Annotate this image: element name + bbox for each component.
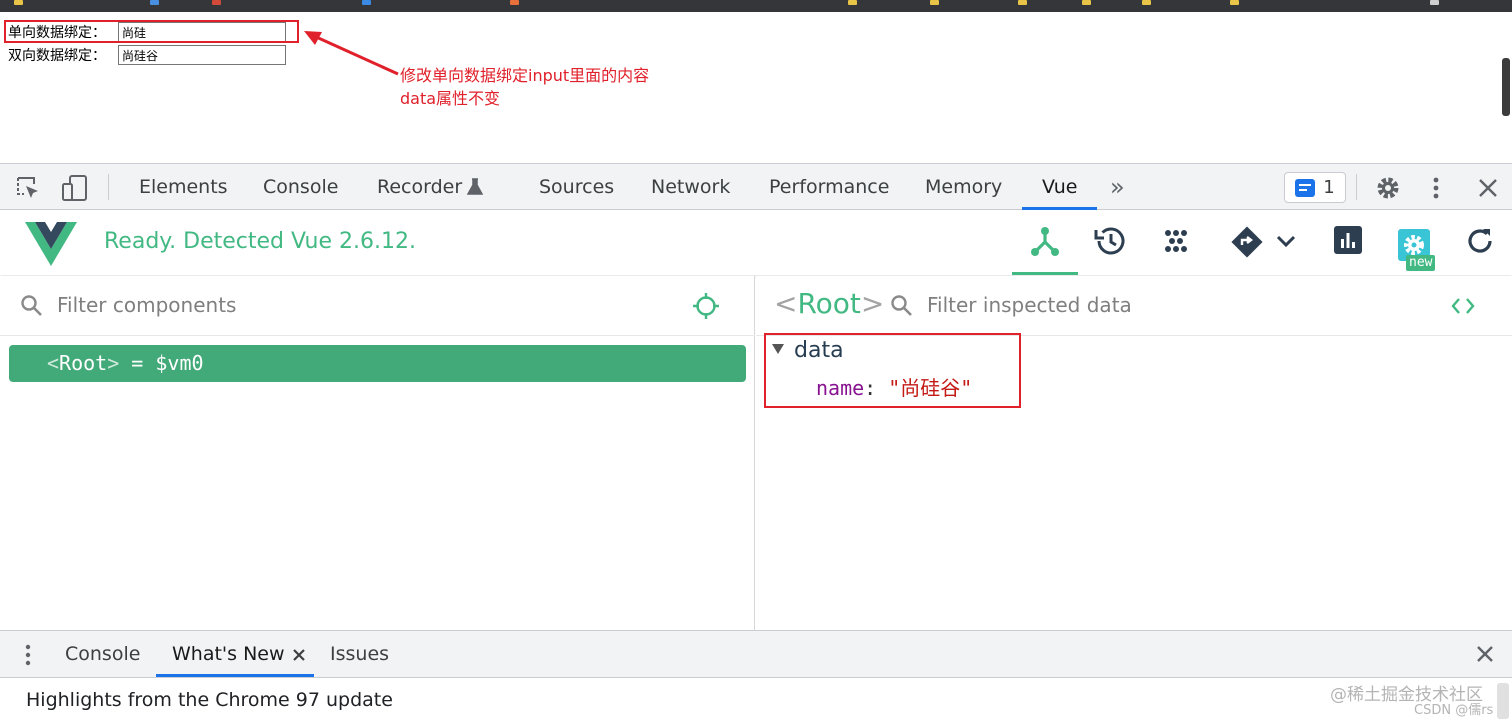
page-scrollbar[interactable]	[1502, 58, 1510, 116]
inspector-panel: <Root> Filter inspected data data name: …	[756, 276, 1512, 630]
page-content: 单向数据绑定： 双向数据绑定： 修改单向数据绑定input里面的内容 data属…	[0, 12, 1512, 163]
flask-icon	[467, 178, 483, 195]
screenshot-root: 单向数据绑定： 双向数据绑定： 修改单向数据绑定input里面的内容 data属…	[0, 0, 1512, 721]
drawer-tab-whats-new[interactable]: What's New	[172, 631, 285, 677]
vuex-dots-icon[interactable]	[1160, 225, 1192, 257]
bookmark-icon[interactable]	[362, 0, 371, 5]
bookmark-icon[interactable]	[510, 0, 519, 5]
whats-new-headline: Highlights from the Chrome 97 update	[26, 689, 393, 711]
router-icon[interactable]	[1230, 225, 1264, 259]
refresh-icon[interactable]	[1464, 225, 1496, 257]
root-component-name: Root	[59, 351, 108, 375]
two-way-binding-label: 双向数据绑定：	[8, 48, 106, 64]
history-icon[interactable]	[1093, 225, 1127, 257]
drawer-active-tab-indicator	[156, 674, 314, 677]
bookmark-folder-icon[interactable]	[1018, 0, 1027, 5]
bookmark-icon[interactable]	[212, 0, 221, 5]
device-toolbar-icon[interactable]	[60, 174, 90, 202]
tab-elements[interactable]: Elements	[139, 164, 228, 210]
bookmark-folder-icon[interactable]	[848, 0, 857, 5]
devtools-drawer: Console What's New Issues Highlights fro…	[0, 630, 1512, 721]
kebab-menu-icon[interactable]	[24, 643, 32, 667]
bookmark-folder-icon[interactable]	[14, 0, 23, 5]
vue-active-tool-indicator	[1012, 272, 1078, 275]
watermark-csdn: CSDN @儒rs	[1414, 703, 1494, 718]
drawer-tab-bar: Console What's New Issues	[0, 631, 1512, 678]
highlight-box-input	[4, 20, 299, 43]
more-tabs-icon[interactable]: »	[1110, 175, 1125, 199]
vue-devtools-header: Ready. Detected Vue 2.6.12. new	[0, 211, 1512, 275]
tab-recorder[interactable]: Recorder	[377, 164, 462, 210]
bookmark-folder-icon[interactable]	[1230, 0, 1239, 5]
inspect-icon[interactable]	[16, 176, 42, 202]
bookmark-icon[interactable]	[150, 0, 159, 5]
code-brackets-icon[interactable]	[1450, 295, 1476, 317]
annotation-line-1: 修改单向数据绑定input里面的内容	[400, 66, 650, 85]
gear-icon[interactable]	[1374, 174, 1402, 202]
filter-components-input[interactable]: Filter components	[57, 293, 236, 317]
message-icon	[1295, 178, 1316, 197]
kebab-menu-icon[interactable]	[1431, 176, 1441, 200]
issues-message-button[interactable]: 1	[1284, 172, 1346, 203]
bookmarks-bar	[0, 0, 1512, 12]
vue-logo-icon	[25, 222, 77, 266]
two-way-binding-row: 双向数据绑定：	[8, 45, 286, 65]
bookmark-folder-icon[interactable]	[930, 0, 939, 5]
drawer-tab-issues[interactable]: Issues	[330, 631, 389, 677]
search-icon	[891, 295, 912, 316]
tab-console[interactable]: Console	[263, 164, 338, 210]
close-tab-icon[interactable]	[292, 648, 306, 662]
inspector-header: <Root> Filter inspected data	[756, 276, 1512, 336]
component-filter-row: Filter components	[0, 276, 755, 336]
components-tree-icon[interactable]	[1029, 225, 1061, 257]
filter-inspected-data-input[interactable]: Filter inspected data	[927, 293, 1132, 317]
active-tab-indicator	[1022, 207, 1097, 210]
drawer-tab-console[interactable]: Console	[65, 631, 140, 677]
crosshair-select-icon[interactable]	[692, 292, 720, 320]
bookmark-folder-icon[interactable]	[1082, 0, 1091, 5]
vue-status-text: Ready. Detected Vue 2.6.12.	[104, 229, 416, 254]
inspected-component-title: <Root>	[774, 287, 885, 320]
two-way-binding-input[interactable]	[118, 45, 286, 65]
tab-sources[interactable]: Sources	[539, 164, 614, 210]
components-panel: Filter components <Root> = $vm0	[0, 276, 755, 630]
highlight-box-data	[764, 333, 1021, 408]
root-vm-suffix: = $vm0	[119, 351, 204, 375]
drawer-scrollbar[interactable]	[1497, 683, 1509, 719]
message-count: 1	[1323, 177, 1335, 198]
new-badge: new	[1406, 255, 1436, 271]
bookmark-folder-icon[interactable]	[1430, 0, 1439, 5]
bookmark-folder-icon[interactable]	[1142, 0, 1151, 5]
devtools-tab-bar: Elements Console Recorder Sources Networ…	[0, 163, 1512, 210]
chevron-down-icon[interactable]	[1275, 233, 1297, 249]
component-tree-root-row[interactable]: <Root> = $vm0	[9, 345, 746, 382]
tab-memory[interactable]: Memory	[925, 164, 1002, 210]
tab-performance[interactable]: Performance	[769, 164, 889, 210]
tab-network[interactable]: Network	[651, 164, 730, 210]
performance-chart-icon[interactable]	[1333, 225, 1363, 255]
close-drawer-icon[interactable]	[1476, 645, 1494, 663]
annotation-arrow-icon	[304, 31, 399, 76]
close-icon[interactable]	[1478, 178, 1498, 198]
annotation-line-2: data属性不变	[400, 89, 501, 108]
search-icon	[21, 295, 42, 316]
tab-vue[interactable]: Vue	[1042, 164, 1077, 210]
